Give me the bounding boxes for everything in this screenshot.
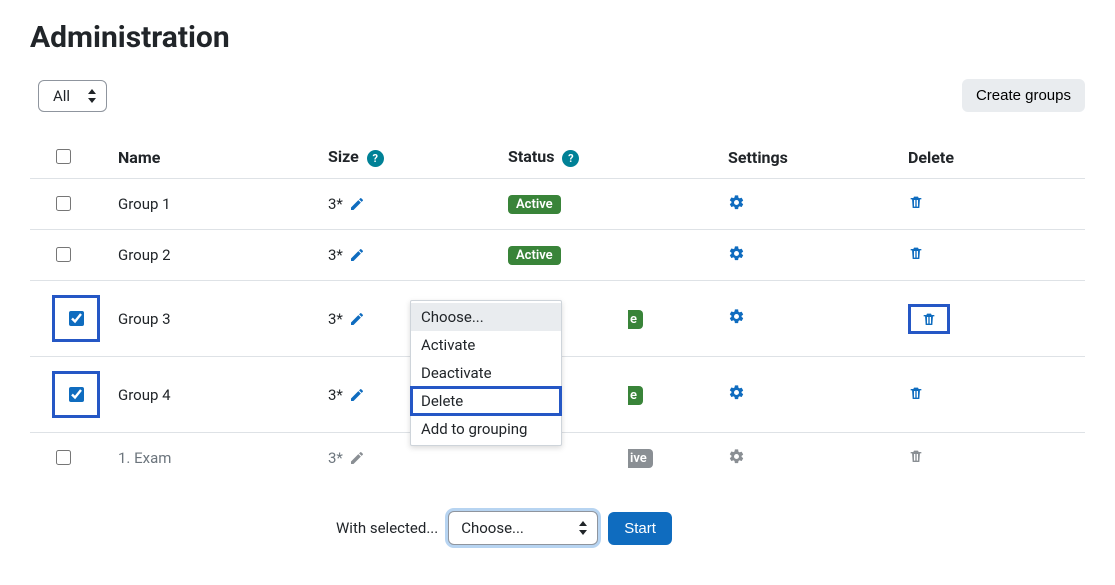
- highlight-box: [908, 304, 950, 334]
- trash-icon[interactable]: [908, 385, 924, 401]
- updown-icon: [88, 89, 96, 103]
- row-name: Group 3: [110, 281, 320, 357]
- row-checkbox[interactable]: [56, 247, 71, 262]
- row-checkbox[interactable]: [69, 311, 84, 326]
- start-button[interactable]: Start: [608, 512, 672, 545]
- pencil-icon[interactable]: [349, 450, 365, 466]
- status-badge: ive: [628, 449, 653, 468]
- bulk-action-select[interactable]: Choose...: [448, 511, 598, 545]
- col-header-size-label: Size: [328, 147, 359, 166]
- help-icon[interactable]: ?: [367, 150, 384, 167]
- col-header-size: Size ?: [320, 136, 500, 179]
- dropdown-option[interactable]: Deactivate: [411, 359, 561, 387]
- row-size: 3*: [328, 195, 343, 213]
- bulk-action-value: Choose...: [461, 519, 524, 537]
- trash-icon[interactable]: [908, 448, 924, 464]
- trash-icon[interactable]: [921, 311, 937, 327]
- page-title: Administration: [30, 20, 1085, 55]
- row-size: 3*: [328, 246, 343, 264]
- create-groups-button[interactable]: Create groups: [962, 79, 1085, 112]
- pencil-icon[interactable]: [349, 311, 365, 327]
- dropdown-option[interactable]: Delete: [411, 387, 561, 415]
- pencil-icon[interactable]: [349, 387, 365, 403]
- col-header-delete: Delete: [900, 136, 1085, 179]
- status-badge: Active: [508, 246, 561, 265]
- col-header-name: Name: [110, 136, 320, 179]
- col-header-settings: Settings: [720, 136, 900, 179]
- pencil-icon[interactable]: [349, 247, 365, 263]
- highlight-box: [52, 295, 100, 342]
- table-row: Group 2 3* Active: [30, 230, 1085, 281]
- help-icon[interactable]: ?: [562, 150, 579, 167]
- bulk-action-dropdown[interactable]: Choose...ActivateDeactivateDeleteAdd to …: [410, 300, 562, 446]
- toolbar: All Create groups: [38, 79, 1085, 112]
- gear-icon[interactable]: [728, 308, 745, 325]
- gear-icon[interactable]: [728, 448, 745, 465]
- dropdown-option[interactable]: Add to grouping: [411, 415, 561, 443]
- status-badge: e: [628, 310, 643, 329]
- status-badge: Active: [508, 195, 561, 214]
- pencil-icon[interactable]: [349, 196, 365, 212]
- row-checkbox[interactable]: [56, 196, 71, 211]
- dropdown-option[interactable]: Activate: [411, 331, 561, 359]
- row-checkbox[interactable]: [56, 450, 71, 465]
- filter-select-value: All: [53, 87, 70, 105]
- gear-icon[interactable]: [728, 245, 745, 262]
- gear-icon[interactable]: [728, 384, 745, 401]
- dropdown-option[interactable]: Choose...: [411, 303, 561, 331]
- row-size: 3*: [328, 310, 343, 328]
- row-name: Group 1: [110, 179, 320, 230]
- row-size: 3*: [328, 449, 343, 467]
- trash-icon[interactable]: [908, 194, 924, 210]
- with-selected-label: With selected...: [336, 519, 438, 537]
- col-header-status: Status ?: [500, 136, 720, 179]
- row-name: 1. Exam: [110, 433, 320, 484]
- row-size: 3*: [328, 386, 343, 404]
- row-name: Group 2: [110, 230, 320, 281]
- row-name: Group 4: [110, 357, 320, 433]
- table-row: Group 1 3* Active: [30, 179, 1085, 230]
- highlight-box: [52, 371, 100, 418]
- status-badge: e: [628, 386, 643, 405]
- filter-select[interactable]: All: [38, 80, 107, 112]
- col-header-status-label: Status: [508, 147, 554, 166]
- trash-icon[interactable]: [908, 245, 924, 261]
- row-checkbox[interactable]: [69, 387, 84, 402]
- bulk-action-bar: With selected... Choose... Start: [336, 511, 1085, 545]
- gear-icon[interactable]: [728, 194, 745, 211]
- select-all-checkbox[interactable]: [56, 149, 71, 164]
